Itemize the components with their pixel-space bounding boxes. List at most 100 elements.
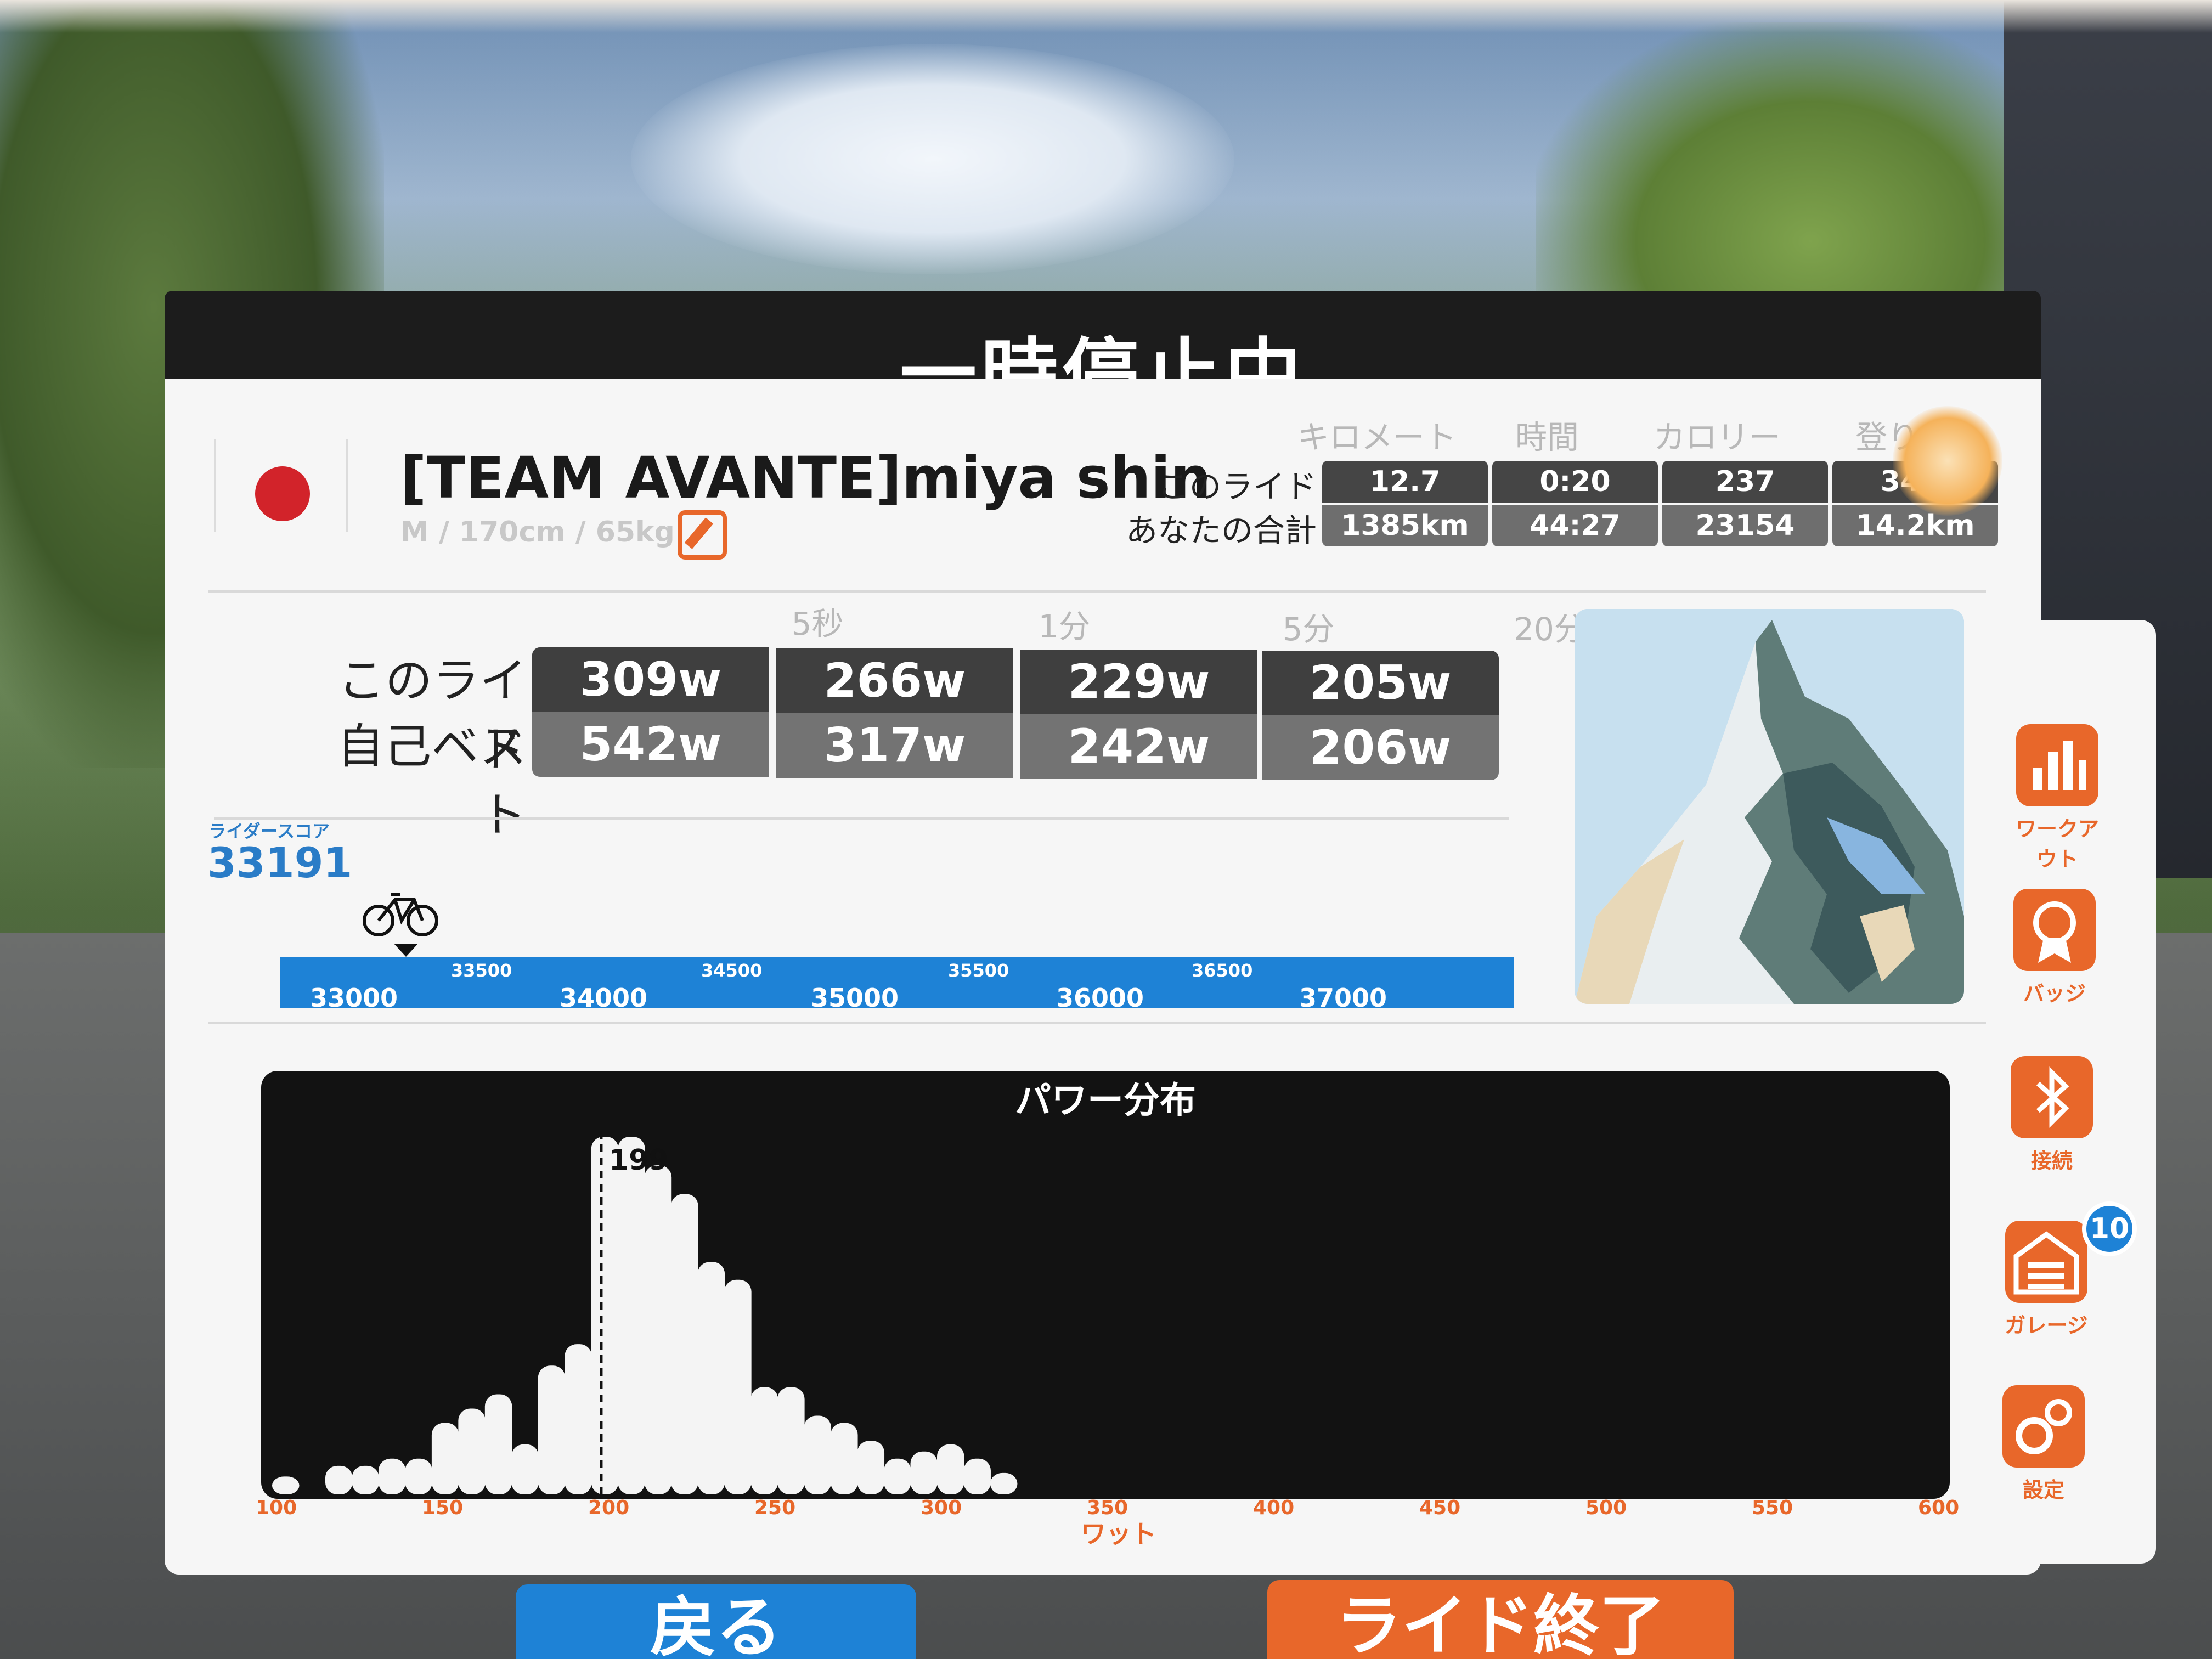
divider	[214, 817, 1509, 820]
score-scale-tick-minor: 36500	[1192, 960, 1253, 981]
distribution-bar	[831, 1423, 858, 1494]
stat-calories-total: 23154	[1662, 505, 1828, 546]
distribution-bar	[325, 1465, 353, 1494]
side-menu-connect[interactable]: 接続	[2008, 1056, 2096, 1174]
distribution-bar	[671, 1194, 698, 1494]
power-5s-best: 542w	[532, 712, 769, 777]
stat-distance-ride: 12.7	[1322, 461, 1488, 503]
power-distribution-plot: 199	[272, 1131, 1018, 1494]
japan-flag-icon	[255, 466, 310, 521]
stat-calories-ride: 237	[1662, 461, 1828, 503]
side-menu-badges[interactable]: バッジ	[2011, 889, 2098, 1007]
stat-distance-total: 1385km	[1322, 505, 1488, 546]
distribution-bar	[963, 1458, 991, 1494]
power-distribution-chart: パワー分布 199	[261, 1071, 1950, 1499]
background-cloud	[631, 44, 1234, 274]
rider-score-value: 33191	[207, 838, 353, 887]
side-menu-label: ガレージ	[2005, 1313, 2088, 1338]
stat-climb-total: 14.2km	[1832, 505, 1998, 546]
gear-icon	[2002, 1385, 2085, 1468]
stat-row-label-total: あなたの合計	[1125, 512, 1317, 549]
distribution-bar	[352, 1465, 379, 1494]
distribution-bar	[884, 1458, 911, 1494]
bicycle-icon	[363, 893, 438, 936]
chart-x-tick: 250	[754, 1497, 796, 1519]
distribution-bar	[777, 1387, 805, 1494]
chart-x-tick: 150	[422, 1497, 464, 1519]
power-header-1m: 1分	[1038, 608, 1091, 645]
power-20m-best: 206w	[1262, 715, 1499, 780]
power-header-5s: 5秒	[791, 605, 844, 642]
divider	[208, 590, 1986, 592]
distribution-bar	[644, 1165, 672, 1494]
power-5m-best: 242w	[1020, 714, 1257, 779]
edit-profile-icon[interactable]	[678, 510, 727, 560]
chart-x-tick: 400	[1253, 1497, 1295, 1519]
pause-panel: [TEAM AVANTE]miya shin M / 170cm / 65kg …	[165, 379, 2041, 1575]
garage-notification-badge: 10	[2082, 1201, 2137, 1256]
distribution-bar	[511, 1444, 539, 1494]
score-scale-tick: 36000	[1056, 983, 1144, 1013]
distribution-bar	[272, 1476, 300, 1494]
power-header-5m: 5分	[1282, 611, 1335, 648]
garage-icon	[2005, 1221, 2087, 1303]
rider-score-marker	[394, 944, 418, 957]
power-row-label-best: 自己ベスト	[337, 719, 527, 843]
player-name: [TEAM AVANTE]miya shin	[400, 444, 1211, 511]
distribution-bar	[724, 1279, 752, 1494]
side-menu-settings[interactable]: 設定	[2000, 1385, 2087, 1503]
average-power-label: 199	[609, 1144, 669, 1177]
power-20m-ride: 205w	[1262, 651, 1499, 715]
distribution-bar	[857, 1441, 885, 1494]
light-glare	[1893, 406, 2002, 516]
score-scale-tick: 34000	[560, 983, 648, 1013]
side-menu-label: 設定	[2022, 1478, 2064, 1502]
distribution-bar	[910, 1451, 938, 1494]
score-scale-tick-minor: 33500	[451, 960, 512, 981]
divider	[208, 1022, 1986, 1024]
distribution-bar	[591, 1137, 619, 1494]
side-menu-workout[interactable]: ワークアウト	[2013, 724, 2101, 872]
end-ride-button[interactable]: ライド終了	[1267, 1580, 1734, 1659]
distribution-bar	[484, 1394, 512, 1494]
chart-x-tick: 600	[1918, 1497, 1960, 1519]
power-5m-ride: 229w	[1020, 650, 1257, 714]
power-1m-best: 317w	[776, 713, 1013, 778]
distribution-bar	[990, 1472, 1018, 1494]
score-scale-tick-minor: 34500	[701, 960, 763, 981]
score-scale-tick: 33000	[310, 983, 398, 1013]
chart-x-tick: 500	[1585, 1497, 1627, 1519]
player-meta: M / 170cm / 65kg	[400, 516, 675, 549]
distribution-bar	[405, 1458, 432, 1494]
ribbon-badge-icon	[2013, 889, 2096, 971]
chart-x-tick: 200	[588, 1497, 630, 1519]
stat-time-ride: 0:20	[1492, 461, 1658, 503]
divider	[346, 439, 348, 532]
distribution-bar	[618, 1137, 645, 1494]
back-button[interactable]: 戻る	[516, 1584, 916, 1659]
chart-x-tick: 300	[921, 1497, 962, 1519]
power-1m-ride: 266w	[776, 648, 1013, 713]
monitor-bezel	[0, 0, 2212, 33]
distribution-bar	[458, 1408, 486, 1494]
distribution-bar	[804, 1415, 832, 1494]
distribution-bar	[565, 1344, 592, 1494]
stat-header-time: 時間	[1515, 419, 1579, 456]
chart-x-tick: 100	[256, 1497, 297, 1519]
stat-header-calories: カロリー	[1653, 419, 1781, 456]
chart-xlabel: ワット	[1081, 1519, 1156, 1549]
divider	[214, 439, 216, 532]
mountain-illustration	[1575, 609, 1964, 1004]
distribution-bar	[937, 1444, 964, 1494]
chart-x-tick: 550	[1752, 1497, 1793, 1519]
distribution-bar	[378, 1458, 406, 1494]
distribution-bar	[431, 1423, 459, 1494]
side-menu-garage[interactable]: ガレージ	[2002, 1221, 2090, 1339]
distribution-bar	[697, 1262, 725, 1494]
bluetooth-icon	[2011, 1056, 2093, 1138]
world-map-thumbnail[interactable]	[1575, 609, 1964, 1004]
score-scale-tick-minor: 35500	[948, 960, 1009, 981]
distribution-bar	[751, 1387, 778, 1494]
score-scale-tick: 35000	[811, 983, 899, 1013]
side-menu-label: バッジ	[2023, 981, 2086, 1006]
